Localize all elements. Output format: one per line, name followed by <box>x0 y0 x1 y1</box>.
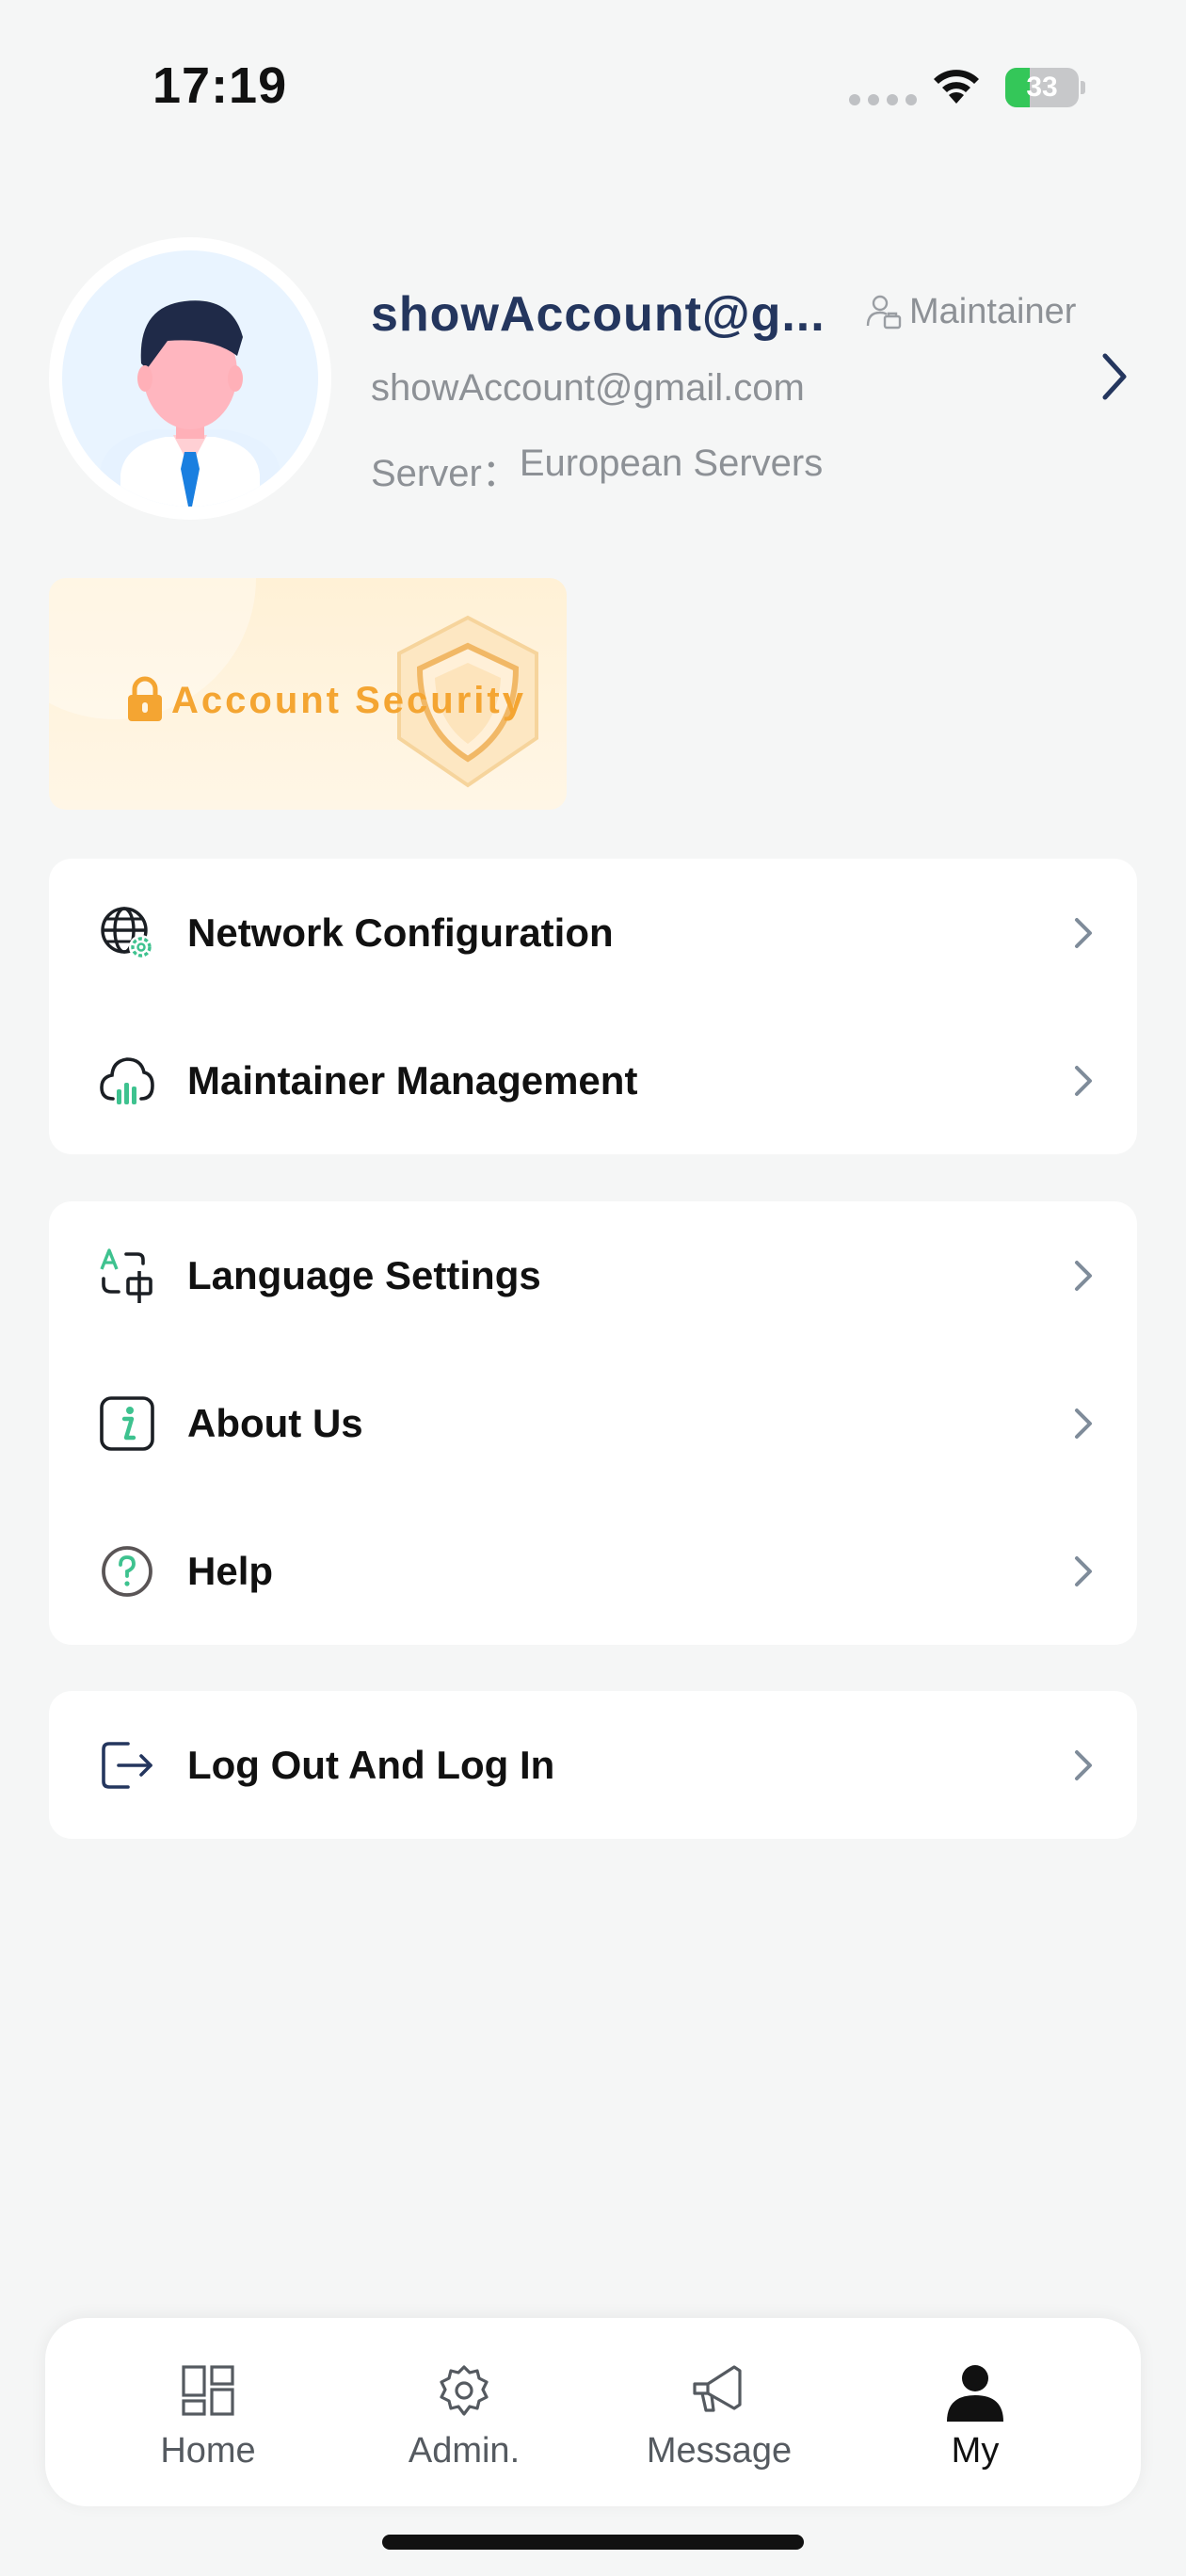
bottom-tab-bar: Home Admin. Message My <box>45 2318 1141 2506</box>
home-indicator <box>382 2535 804 2550</box>
menu-item-about-us[interactable]: About Us <box>49 1349 1137 1497</box>
tab-admin[interactable]: Admin. <box>361 2318 568 2506</box>
menu-item-log-out[interactable]: Log Out And Log In <box>49 1691 1137 1839</box>
profile-name: showAccount@g... <box>371 287 825 342</box>
tab-label: My <box>951 2431 1000 2471</box>
tab-home[interactable]: Home <box>104 2318 312 2506</box>
server-label: Server： <box>371 453 520 494</box>
dashboard-icon <box>182 2365 234 2416</box>
tab-label: Admin. <box>408 2431 521 2471</box>
gear-icon <box>440 2365 489 2416</box>
chevron-right-icon <box>1075 1065 1092 1096</box>
megaphone-icon <box>693 2365 742 2412</box>
cellular-signal-icon <box>849 94 917 105</box>
chevron-right-icon <box>1075 1260 1092 1291</box>
chevron-right-icon <box>1075 1749 1092 1780</box>
chevron-right-icon <box>1075 1555 1092 1586</box>
logout-icon <box>102 1741 152 1789</box>
menu-group-settings: Language Settings About Us Help <box>49 1201 1137 1645</box>
menu-item-help[interactable]: Help <box>49 1497 1137 1645</box>
chevron-right-icon <box>1075 1408 1092 1439</box>
profile-email: showAccount@gmail.com <box>371 367 805 409</box>
menu-item-maintainer-management[interactable]: Maintainer Management <box>49 1006 1137 1154</box>
tab-label: Home <box>160 2431 256 2471</box>
battery-indicator: 33 <box>1005 68 1085 107</box>
tab-message[interactable]: Message <box>616 2318 823 2506</box>
menu-label: Network Configuration <box>187 910 614 955</box>
menu-label: Log Out And Log In <box>187 1742 555 1787</box>
tab-my[interactable]: My <box>872 2318 1079 2506</box>
help-icon <box>102 1545 152 1597</box>
globe-gear-icon <box>101 906 153 959</box>
status-time: 17:19 <box>152 57 288 114</box>
chevron-right-icon[interactable] <box>1096 348 1133 405</box>
lock-icon <box>128 676 162 721</box>
menu-group-session: Log Out And Log In <box>49 1691 1137 1839</box>
menu-label: Language Settings <box>187 1252 541 1297</box>
status-bar: 17:19 33 <box>0 0 1186 141</box>
maintainer-user-icon <box>866 295 902 330</box>
menu-item-language-settings[interactable]: Language Settings <box>49 1201 1137 1349</box>
avatar[interactable] <box>49 237 331 520</box>
translate-icon <box>100 1248 152 1303</box>
wifi-icon <box>934 70 979 104</box>
account-security-label: Account Security <box>171 680 526 721</box>
profile-server: Server： European Servers <box>371 443 823 497</box>
avatar-person-icon <box>100 300 280 507</box>
role-badge: Maintainer <box>864 288 1076 335</box>
chevron-right-icon <box>1075 917 1092 948</box>
account-security-card[interactable]: Account Security <box>49 578 567 810</box>
profile-header[interactable]: showAccount@g... Maintainer showAccount@… <box>0 226 1186 527</box>
battery-percentage: 33 <box>1026 72 1058 103</box>
info-icon <box>100 1395 154 1451</box>
menu-item-network-configuration[interactable]: Network Configuration <box>49 859 1137 1006</box>
menu-label: Help <box>187 1548 274 1593</box>
server-value: European Servers <box>519 443 824 484</box>
menu-group-network: Network Configuration Maintainer Managem… <box>49 859 1137 1154</box>
role-label: Maintainer <box>909 291 1077 331</box>
tab-label: Message <box>646 2431 793 2471</box>
menu-label: About Us <box>187 1400 363 1445</box>
menu-label: Maintainer Management <box>187 1057 638 1103</box>
person-icon <box>947 2365 1003 2422</box>
cloud-chart-icon <box>100 1056 154 1104</box>
